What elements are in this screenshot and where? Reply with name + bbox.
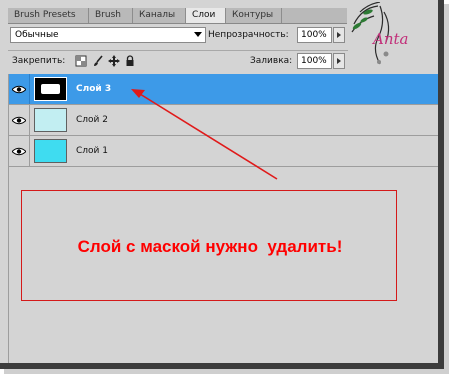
divider	[8, 50, 348, 51]
eye-icon	[12, 116, 26, 125]
mask-thumbnail-icon	[41, 84, 60, 94]
layer-row[interactable]: Слой 1	[8, 136, 438, 167]
layer-row[interactable]: Слой 2	[8, 105, 438, 136]
tab-layers[interactable]: Слои	[186, 8, 226, 23]
panel-tab-bar: Brush Presets Brush Каналы Слои Контуры	[8, 8, 347, 24]
frame-shadow	[444, 4, 449, 369]
tab-channels[interactable]: Каналы	[133, 8, 186, 23]
layer-thumbnail	[34, 77, 67, 101]
layer-row[interactable]: Слой 3	[8, 74, 438, 105]
chevron-down-icon	[194, 32, 202, 37]
eye-icon	[12, 85, 26, 94]
tab-brush[interactable]: Brush	[89, 8, 133, 23]
layer-name: Слой 1	[76, 146, 108, 156]
blend-mode-value: Обычные	[15, 30, 59, 40]
layer-thumbnail	[34, 139, 67, 163]
blend-mode-select[interactable]: Обычные	[10, 27, 206, 43]
divider	[8, 74, 9, 363]
annotation-box: Слой с маской нужно удалить!	[21, 190, 397, 301]
visibility-toggle[interactable]	[8, 136, 30, 166]
logo-text: Anta	[373, 30, 409, 48]
visibility-toggle[interactable]	[8, 74, 30, 104]
layer-thumbnail	[34, 108, 67, 132]
fill-field[interactable]: 100%	[297, 53, 332, 69]
brush-icon[interactable]	[92, 55, 104, 67]
lock-label: Закрепить:	[12, 56, 66, 66]
tab-paths[interactable]: Контуры	[226, 8, 282, 23]
move-icon[interactable]	[108, 55, 120, 67]
visibility-toggle[interactable]	[8, 105, 30, 135]
layer-name: Слой 3	[76, 84, 112, 94]
fill-label: Заливка:	[250, 56, 293, 66]
opacity-label: Непрозрачность:	[208, 30, 289, 40]
eye-icon	[12, 147, 26, 156]
lock-transparency-icon[interactable]	[75, 55, 87, 67]
annotation-text: Слой с маской нужно удалить!	[77, 237, 343, 256]
tab-brush-presets[interactable]: Brush Presets	[8, 8, 89, 23]
opacity-field[interactable]: 100%	[297, 27, 332, 43]
frame-shadow	[4, 369, 449, 374]
lock-icon[interactable]	[124, 55, 136, 67]
layer-name: Слой 2	[76, 115, 108, 125]
